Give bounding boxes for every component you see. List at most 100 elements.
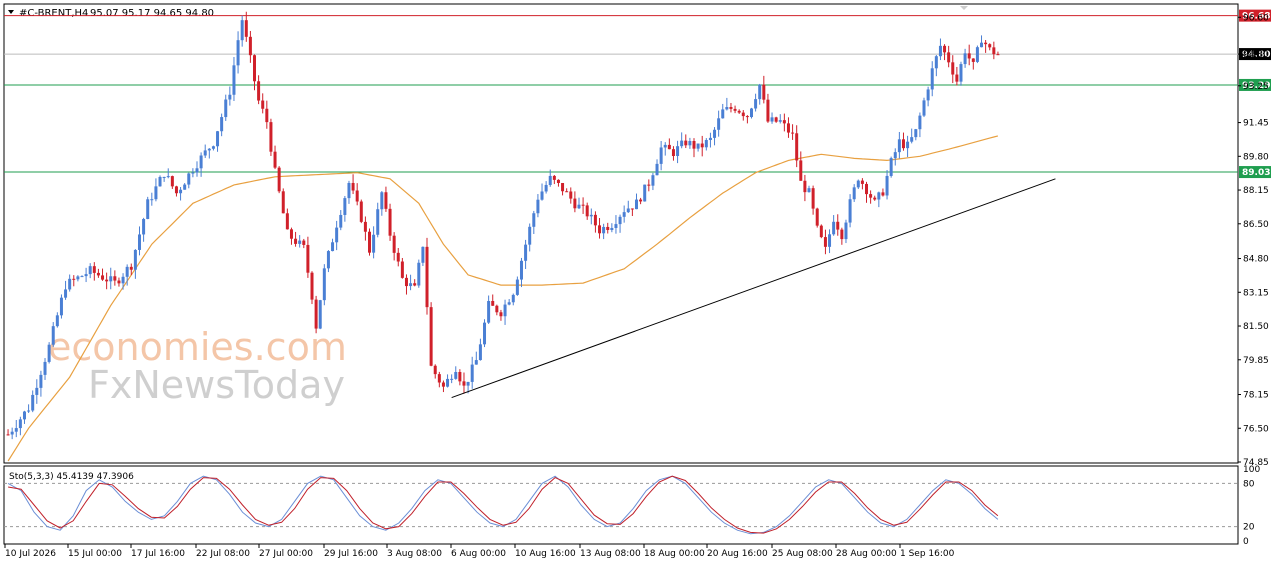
candle-body [951,62,955,75]
candle-body [741,112,745,117]
candle-body [359,201,363,222]
price-tick-label: 88.15 [1243,186,1269,196]
candle-body [351,182,355,191]
candle-body [322,268,326,301]
candle-body [88,266,92,275]
time-tick-label: 29 Jul 16:00 [324,549,378,559]
candle-body [224,99,228,118]
candle-body [696,143,700,149]
candle-body [885,175,889,196]
candle-body [232,65,236,95]
candle-body [125,266,129,277]
time-tick-label: 25 Aug 08:00 [772,549,833,559]
candle-body [713,129,717,138]
candle-body [959,64,963,82]
candle-body [811,188,815,209]
candle-body [191,172,195,174]
candle-body [80,276,84,278]
candle-body [729,107,733,109]
candle-body [823,237,827,247]
candle-body [610,227,614,231]
candle-body [766,99,770,122]
candle-body [778,120,782,122]
candle-body [708,137,712,141]
candle-body [462,381,466,386]
stoch-tick-label: 100 [1243,465,1260,475]
candle-body [363,221,367,232]
candle-body [158,176,162,187]
candle-body [877,192,881,200]
candle-body [35,387,39,395]
candle-body [68,278,72,290]
symbol-label: #C-BRENT,H4 [19,8,88,19]
candle-body [598,225,602,234]
candle-body [552,175,556,180]
candle-body [174,186,178,194]
candle-body [216,131,220,147]
price-tick-label: 81.50 [1243,322,1269,332]
candle-body [409,283,413,287]
candle-body [754,99,758,109]
candle-body [865,183,869,195]
candle-body [634,199,638,210]
candle-body [832,221,836,235]
candle-body [906,141,910,149]
candle [975,45,979,64]
time-tick-label: 10 Jul 2026 [5,549,56,559]
candle-body [647,184,651,186]
candle-body [166,176,170,178]
candle [281,188,285,214]
candle-body [684,140,688,146]
candle-body [725,107,729,110]
candle-body [6,434,10,436]
stoch-tick-label: 20 [1243,523,1255,533]
candle-body [22,411,26,420]
candle-body [676,146,680,157]
candle-body [651,175,655,186]
candle-body [142,218,146,235]
candle-body [199,155,203,169]
candle-body [544,184,548,192]
candle-body [195,168,199,173]
candle-body [355,190,359,202]
candle [750,107,753,119]
candle-body [852,187,856,200]
candle-body [121,276,125,284]
candle-body [298,240,302,244]
candle-body [585,205,589,217]
candle-body [577,204,581,209]
candle-body [384,192,388,209]
candle-body [261,100,265,109]
candle-body [955,74,959,82]
candle-body [860,180,864,184]
candle-body [836,221,840,230]
candle-body [897,139,901,153]
candle-body [910,137,914,142]
candle [322,264,326,306]
candle-body [281,191,285,214]
candle-body [782,120,786,124]
candle-body [507,302,511,305]
candle-body [622,212,626,217]
candle-body [922,100,926,116]
time-tick-label: 1 Sep 16:00 [900,549,955,559]
candle-body [807,188,811,193]
candle-body [310,272,314,300]
candle-body [441,382,445,387]
time-tick-label: 17 Jul 16:00 [131,549,185,559]
candle-body [248,36,252,56]
candle-body [64,289,68,298]
candle-body [51,326,55,345]
chart-canvas: #C-BRENT,H4 95.07 95.17 94.65 94.80 econ… [0,0,1280,567]
candle-body [774,117,778,122]
price-tick-label: 94.80 [1243,50,1269,60]
candle-body [828,234,832,247]
candle-body [844,222,848,240]
candle-body [117,280,121,284]
candle [429,302,433,367]
candle-body [302,240,306,245]
candle-body [901,139,905,149]
candle-body [569,191,573,199]
candle-body [561,182,565,192]
price-tick-label: 93.25 [1243,82,1269,92]
